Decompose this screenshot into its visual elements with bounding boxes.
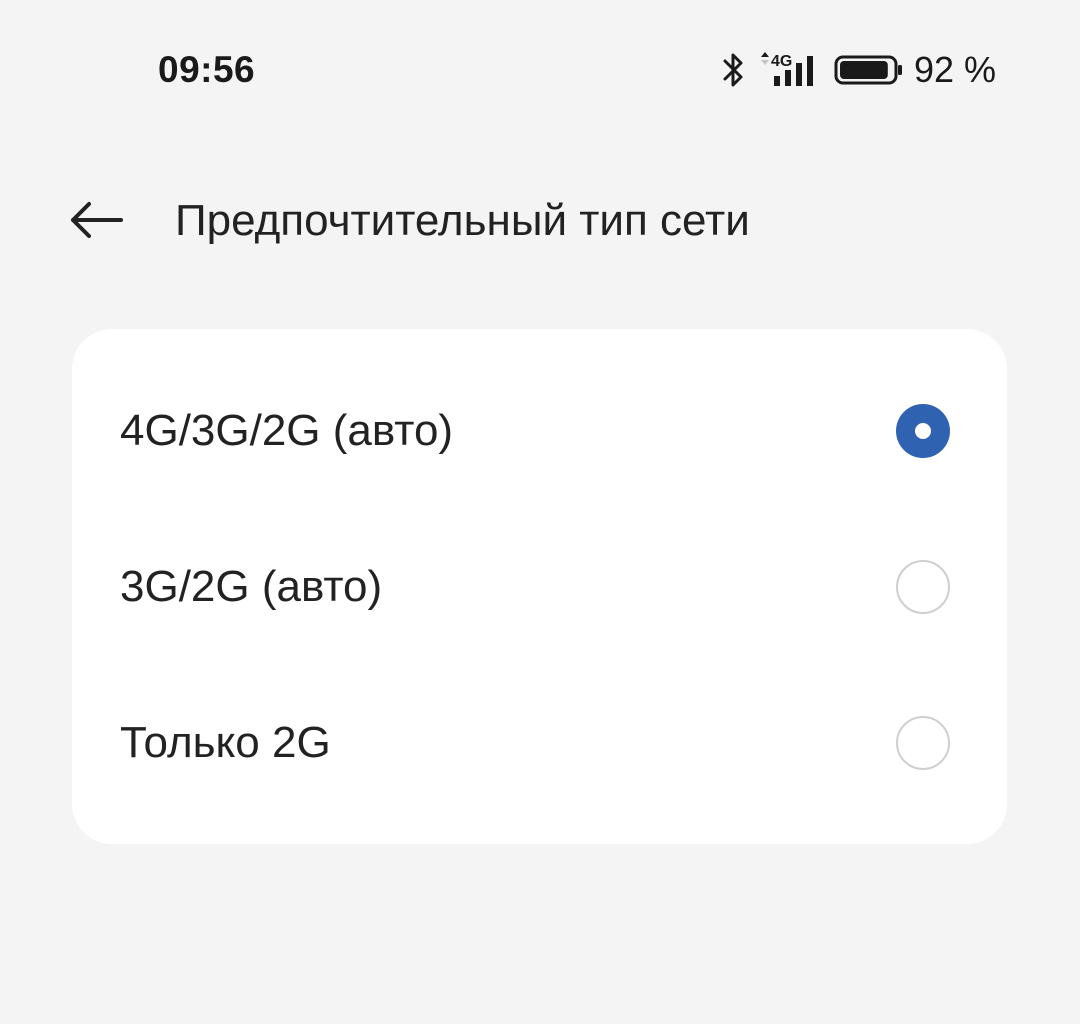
arrow-left-icon [67, 198, 125, 242]
status-bar: 09:56 4G 92 % [0, 0, 1080, 140]
network-4g-signal-icon: 4G [756, 50, 820, 90]
option-4g-3g-2g-auto[interactable]: 4G/3G/2G (авто) [72, 353, 1007, 509]
radio-button[interactable] [896, 404, 950, 458]
option-label: 3G/2G (авто) [120, 562, 383, 611]
app-header: Предпочтительный тип сети [0, 180, 1080, 260]
battery-percentage: 92 % [913, 49, 996, 90]
bluetooth-icon [720, 50, 748, 90]
battery-fill [839, 61, 888, 79]
battery-icon [834, 50, 904, 90]
option-3g-2g-auto[interactable]: 3G/2G (авто) [72, 509, 1007, 665]
page-title: Предпочтительный тип сети [175, 196, 750, 245]
back-button[interactable] [64, 192, 128, 248]
status-icons: 4G 92 % [720, 48, 996, 92]
radio-button[interactable] [896, 560, 950, 614]
option-label: Только 2G [120, 718, 331, 767]
status-time: 09:56 [158, 49, 256, 90]
network-type-label: 4G [771, 53, 792, 70]
network-type-options-card: 4G/3G/2G (авто) 3G/2G (авто) Только 2G [72, 329, 1007, 844]
option-label: 4G/3G/2G (авто) [120, 406, 454, 455]
radio-button[interactable] [896, 716, 950, 770]
option-2g-only[interactable]: Только 2G [72, 665, 1007, 821]
